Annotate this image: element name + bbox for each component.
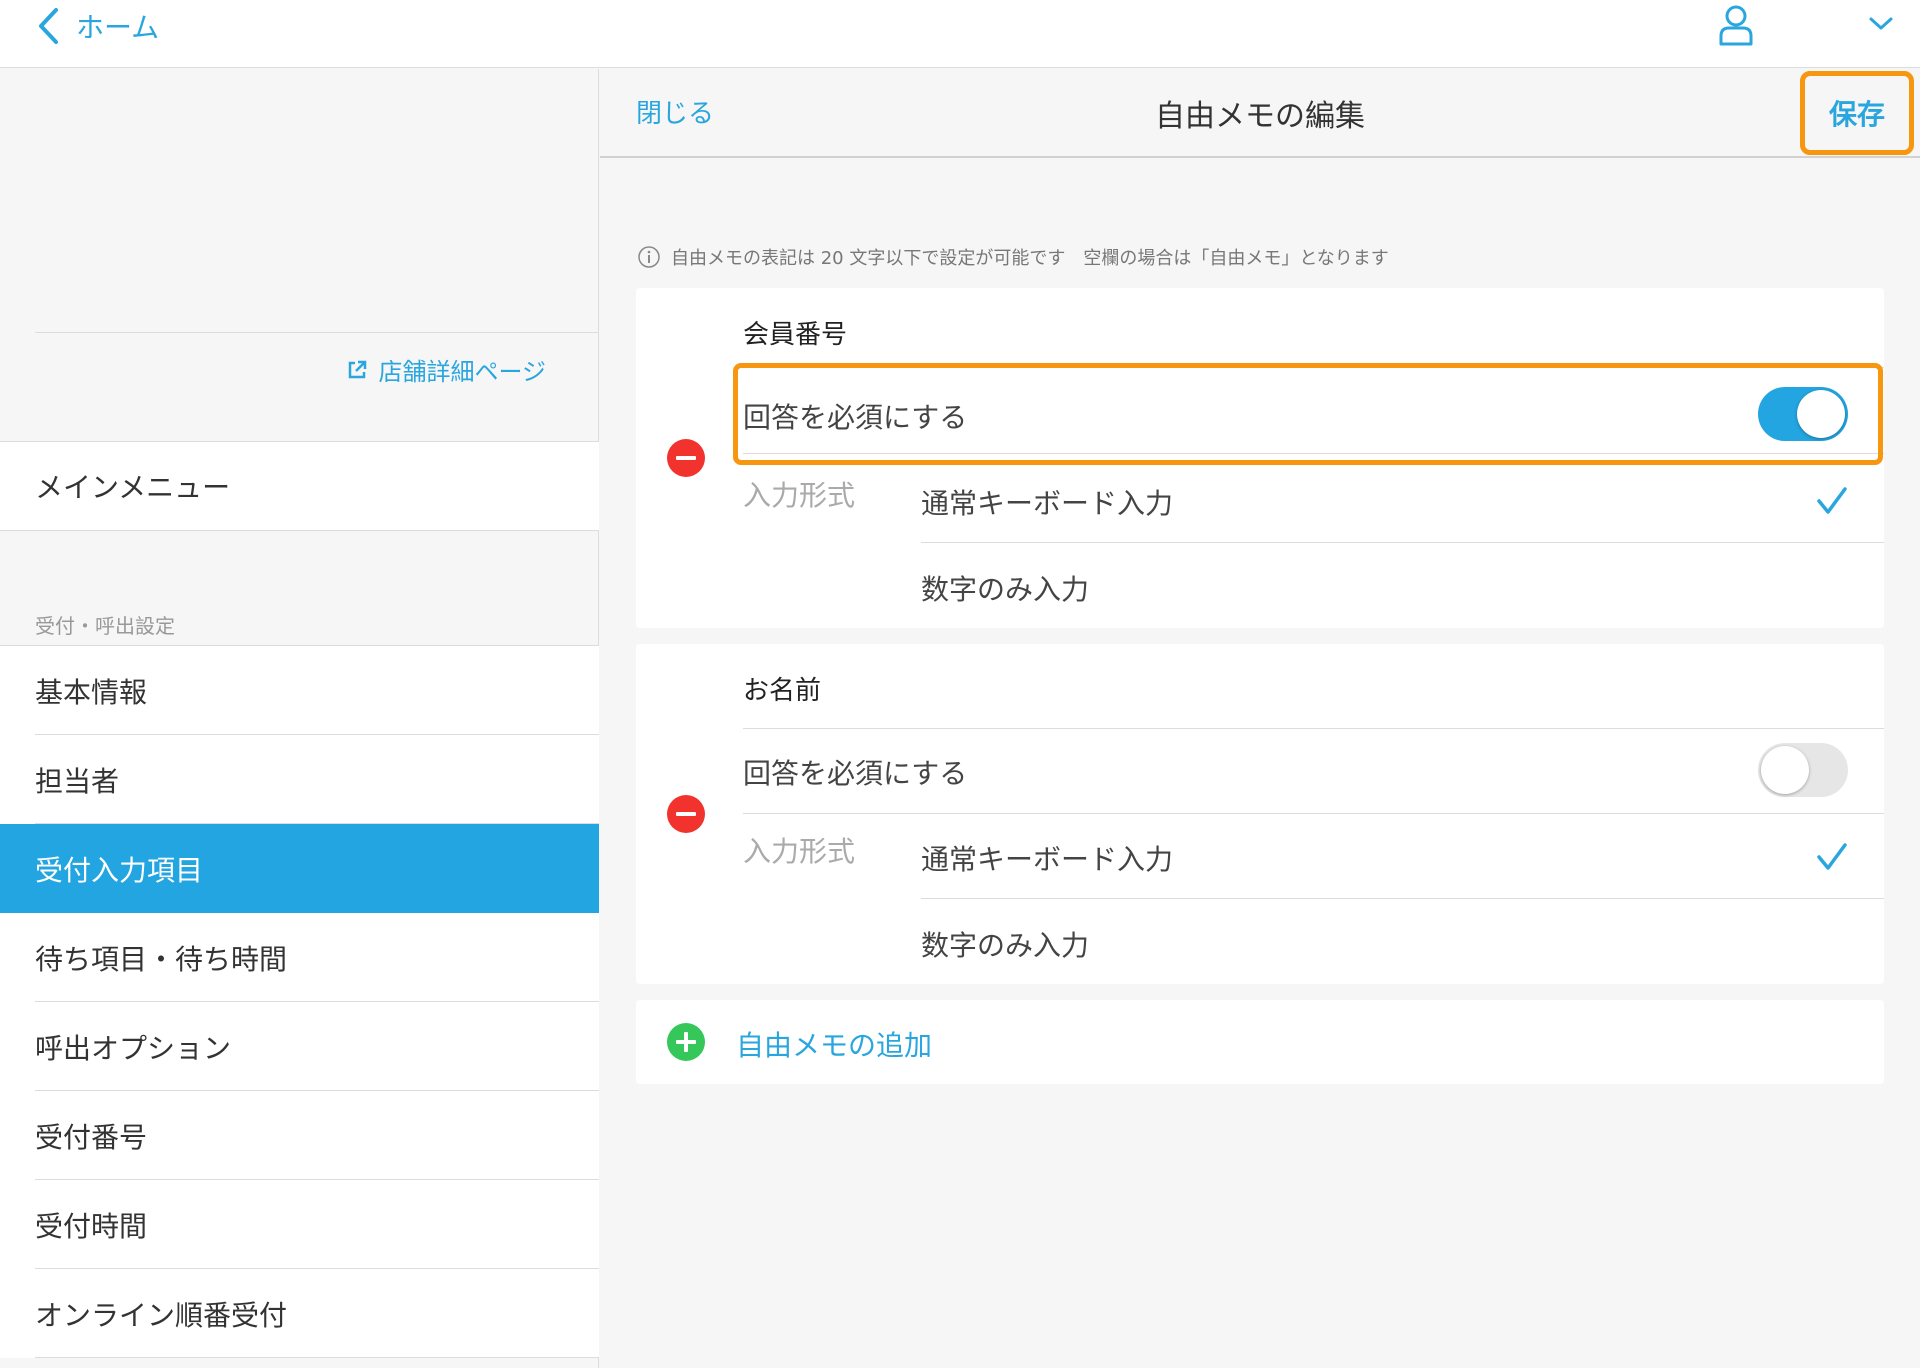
check-icon: [1817, 843, 1847, 870]
plus-circle-icon: [667, 1023, 705, 1061]
save-label: 保存: [1828, 98, 1885, 131]
divider: [921, 542, 1884, 543]
sidebar-item-label: 受付時間: [35, 1209, 148, 1243]
main-menu-label: メインメニュー: [35, 471, 231, 504]
sidebar-item[interactable]: 受付番号: [0, 1091, 599, 1180]
save-button[interactable]: 保存: [1800, 71, 1914, 155]
page-title: 自由メモの編集: [1155, 99, 1365, 134]
input-type-label: 入力形式: [743, 479, 856, 512]
back-button[interactable]: ホーム: [36, 6, 159, 46]
option-number[interactable]: 数字のみ入力: [921, 924, 1089, 964]
section-label: 受付・呼出設定: [35, 614, 175, 638]
add-memo-button[interactable]: 自由メモの追加: [636, 1000, 1884, 1084]
divider: [921, 898, 1884, 899]
input-type-label: 入力形式: [743, 835, 856, 868]
sidebar-item[interactable]: 担当者: [0, 735, 599, 824]
sidebar-item[interactable]: 受付時間: [0, 1180, 599, 1269]
minus-circle-icon[interactable]: [666, 794, 706, 834]
back-chevron-icon: [39, 8, 58, 44]
chevron-down-icon[interactable]: [1868, 16, 1894, 32]
sidebar-item-label: 基本情報: [35, 675, 148, 709]
required-label: 回答を必須にする: [743, 757, 968, 790]
notice: 自由メモの表記は 20 文字以下で設定が可能です 空欄の場合は「自由メモ」となり…: [637, 244, 1389, 270]
sidebar-item[interactable]: オンライン順番受付: [0, 1269, 599, 1358]
divider: [35, 332, 599, 333]
option-keyboard[interactable]: 通常キーボード入力: [921, 482, 1173, 522]
notice-text: 自由メモの表記は 20 文字以下で設定が可能です 空欄の場合は「自由メモ」となり…: [671, 248, 1389, 269]
option-number[interactable]: 数字のみ入力: [921, 568, 1089, 608]
memo-name[interactable]: 会員番号: [743, 314, 847, 351]
toggle-knob: [1761, 746, 1809, 794]
store-detail-link[interactable]: 店舗詳細ページ: [346, 352, 546, 387]
external-link-icon: [349, 360, 367, 378]
sidebar-item-label: 担当者: [35, 764, 120, 798]
sidebar-item-label: 受付入力項目: [35, 853, 204, 887]
sidebar-item-label: オンライン順番受付: [35, 1298, 288, 1332]
sidebar-item[interactable]: 基本情報: [0, 646, 599, 735]
sidebar-item[interactable]: 待ち項目・待ち時間: [0, 913, 599, 1002]
required-toggle[interactable]: [1758, 743, 1848, 797]
top-bar: ホーム: [0, 0, 1920, 68]
user-icon[interactable]: [1718, 4, 1754, 46]
info-icon: [638, 246, 660, 268]
check-icon: [1817, 487, 1847, 514]
back-label: ホーム: [76, 11, 160, 44]
panel-header: 閉じる 自由メモの編集 保存: [600, 69, 1920, 158]
memo-name[interactable]: お名前: [743, 670, 821, 707]
sidebar-nav: 基本情報担当者受付入力項目待ち項目・待ち時間 呼出オプション 受付番号受付時間オンラ…: [0, 645, 599, 1358]
divider: [743, 813, 1884, 814]
sidebar-item[interactable]: 呼出オプション: [0, 1002, 599, 1091]
store-detail-label: 店舗詳細ページ: [378, 358, 546, 386]
sidebar-item-label: 待ち項目・待ち時間: [35, 942, 288, 976]
minus-circle-icon[interactable]: [666, 438, 706, 478]
main-menu-item[interactable]: メインメニュー: [0, 441, 599, 531]
option-keyboard[interactable]: 通常キーボード入力: [921, 838, 1173, 878]
add-memo-label: 自由メモの追加: [736, 1029, 933, 1062]
highlight-box: [733, 363, 1883, 465]
divider: [743, 728, 1884, 729]
sidebar-item[interactable]: 受付入力項目: [0, 824, 599, 913]
sidebar: 店舗詳細ページ メインメニュー 受付・呼出設定 基本情報担当者受付入力項目待ち項…: [0, 69, 599, 1368]
sidebar-item-label: 呼出オプション: [35, 1031, 232, 1065]
memo-card: お名前 回答を必須にする 入力形式 通常キーボード入力 数字のみ入力: [636, 644, 1884, 984]
sidebar-item-label: 受付番号: [35, 1120, 148, 1154]
